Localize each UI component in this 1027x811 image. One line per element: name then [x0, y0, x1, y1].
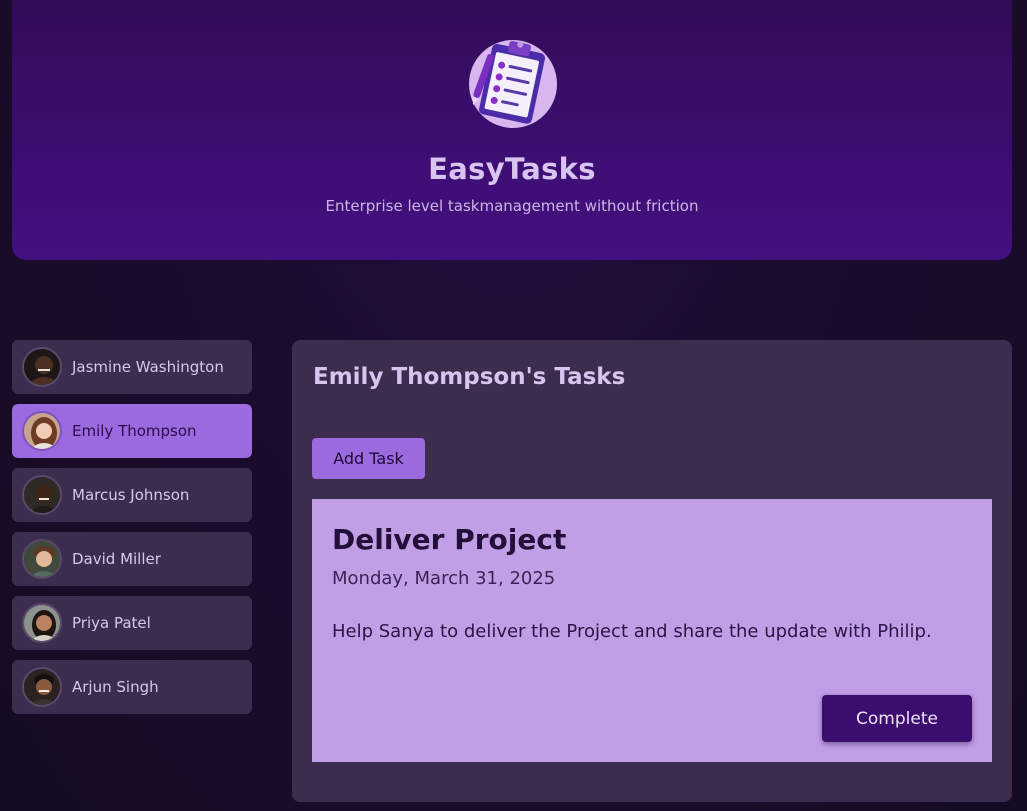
user-name: Arjun Singh [72, 678, 159, 696]
avatar [22, 667, 62, 707]
avatar [22, 475, 62, 515]
panel-title: Emily Thompson's Tasks [313, 364, 626, 390]
user-name: Emily Thompson [72, 422, 197, 440]
task-card: Deliver Project Monday, March 31, 2025 H… [312, 499, 992, 762]
user-item-marcus-johnson[interactable]: Marcus Johnson [12, 468, 252, 522]
complete-button[interactable]: Complete [822, 695, 972, 742]
app-subtitle: Enterprise level taskmanagement without … [325, 197, 699, 215]
user-item-arjun-singh[interactable]: Arjun Singh [12, 660, 252, 714]
app-title: EasyTasks [428, 152, 596, 186]
user-item-priya-patel[interactable]: Priya Patel [12, 596, 252, 650]
avatar [22, 539, 62, 579]
user-name: David Miller [72, 550, 161, 568]
user-name: Jasmine Washington [72, 358, 224, 376]
user-name: Marcus Johnson [72, 486, 190, 504]
avatar [22, 347, 62, 387]
task-title: Deliver Project [332, 523, 567, 556]
avatar [22, 603, 62, 643]
user-list: Jasmine Washington Emily Thompson Marcus… [12, 340, 252, 724]
user-item-jasmine-washington[interactable]: Jasmine Washington [12, 340, 252, 394]
tasks-panel: Emily Thompson's Tasks Add Task Deliver … [292, 340, 1012, 802]
clipboard-checklist-icon [469, 40, 557, 128]
user-item-david-miller[interactable]: David Miller [12, 532, 252, 586]
task-description: Help Sanya to deliver the Project and sh… [332, 621, 932, 642]
task-date: Monday, March 31, 2025 [332, 568, 556, 589]
add-task-button[interactable]: Add Task [312, 438, 425, 479]
avatar [22, 411, 62, 451]
user-name: Priya Patel [72, 614, 151, 632]
user-item-emily-thompson[interactable]: Emily Thompson [12, 404, 252, 458]
app-header: EasyTasks Enterprise level taskmanagemen… [12, 0, 1012, 260]
